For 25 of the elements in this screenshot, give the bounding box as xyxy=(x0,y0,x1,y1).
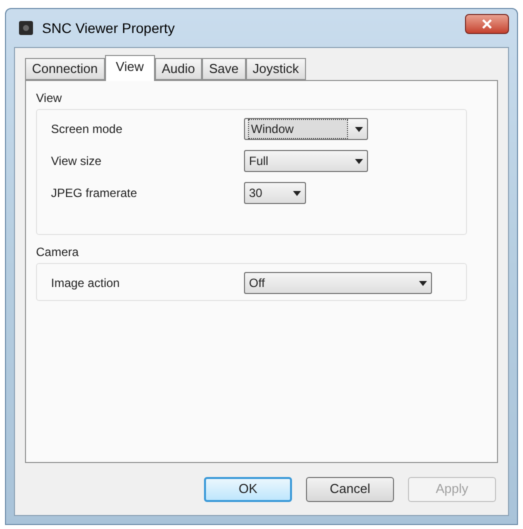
caret-icon xyxy=(293,190,301,196)
window-title: SNC Viewer Property xyxy=(42,18,175,38)
tab[interactable]: View xyxy=(104,55,155,81)
tab[interactable]: Save xyxy=(202,58,246,80)
dialog-button[interactable]: Cancel xyxy=(306,476,394,502)
dropdown[interactable]: Window xyxy=(244,118,368,140)
app-icon xyxy=(18,20,34,36)
tab[interactable]: Audio xyxy=(154,58,202,80)
field-label: View size xyxy=(51,153,102,170)
field-label: Screen mode xyxy=(51,121,124,138)
tab[interactable]: Joystick xyxy=(246,58,306,80)
dropdown[interactable]: Off xyxy=(244,272,432,294)
field-label: Image action xyxy=(51,275,121,292)
close-icon xyxy=(482,19,492,29)
dropdown[interactable]: Full xyxy=(244,150,368,172)
caret-icon xyxy=(419,280,427,286)
dialog-button[interactable]: OK xyxy=(204,476,292,502)
caret-icon xyxy=(355,158,363,164)
group-title: View xyxy=(36,90,63,107)
tab[interactable]: Connection xyxy=(25,58,105,80)
group-title: Camera xyxy=(36,244,80,261)
close-button[interactable] xyxy=(465,14,509,34)
caret-icon xyxy=(355,126,363,132)
field-label: JPEG framerate xyxy=(51,185,138,202)
dropdown[interactable]: 30 xyxy=(244,182,306,204)
